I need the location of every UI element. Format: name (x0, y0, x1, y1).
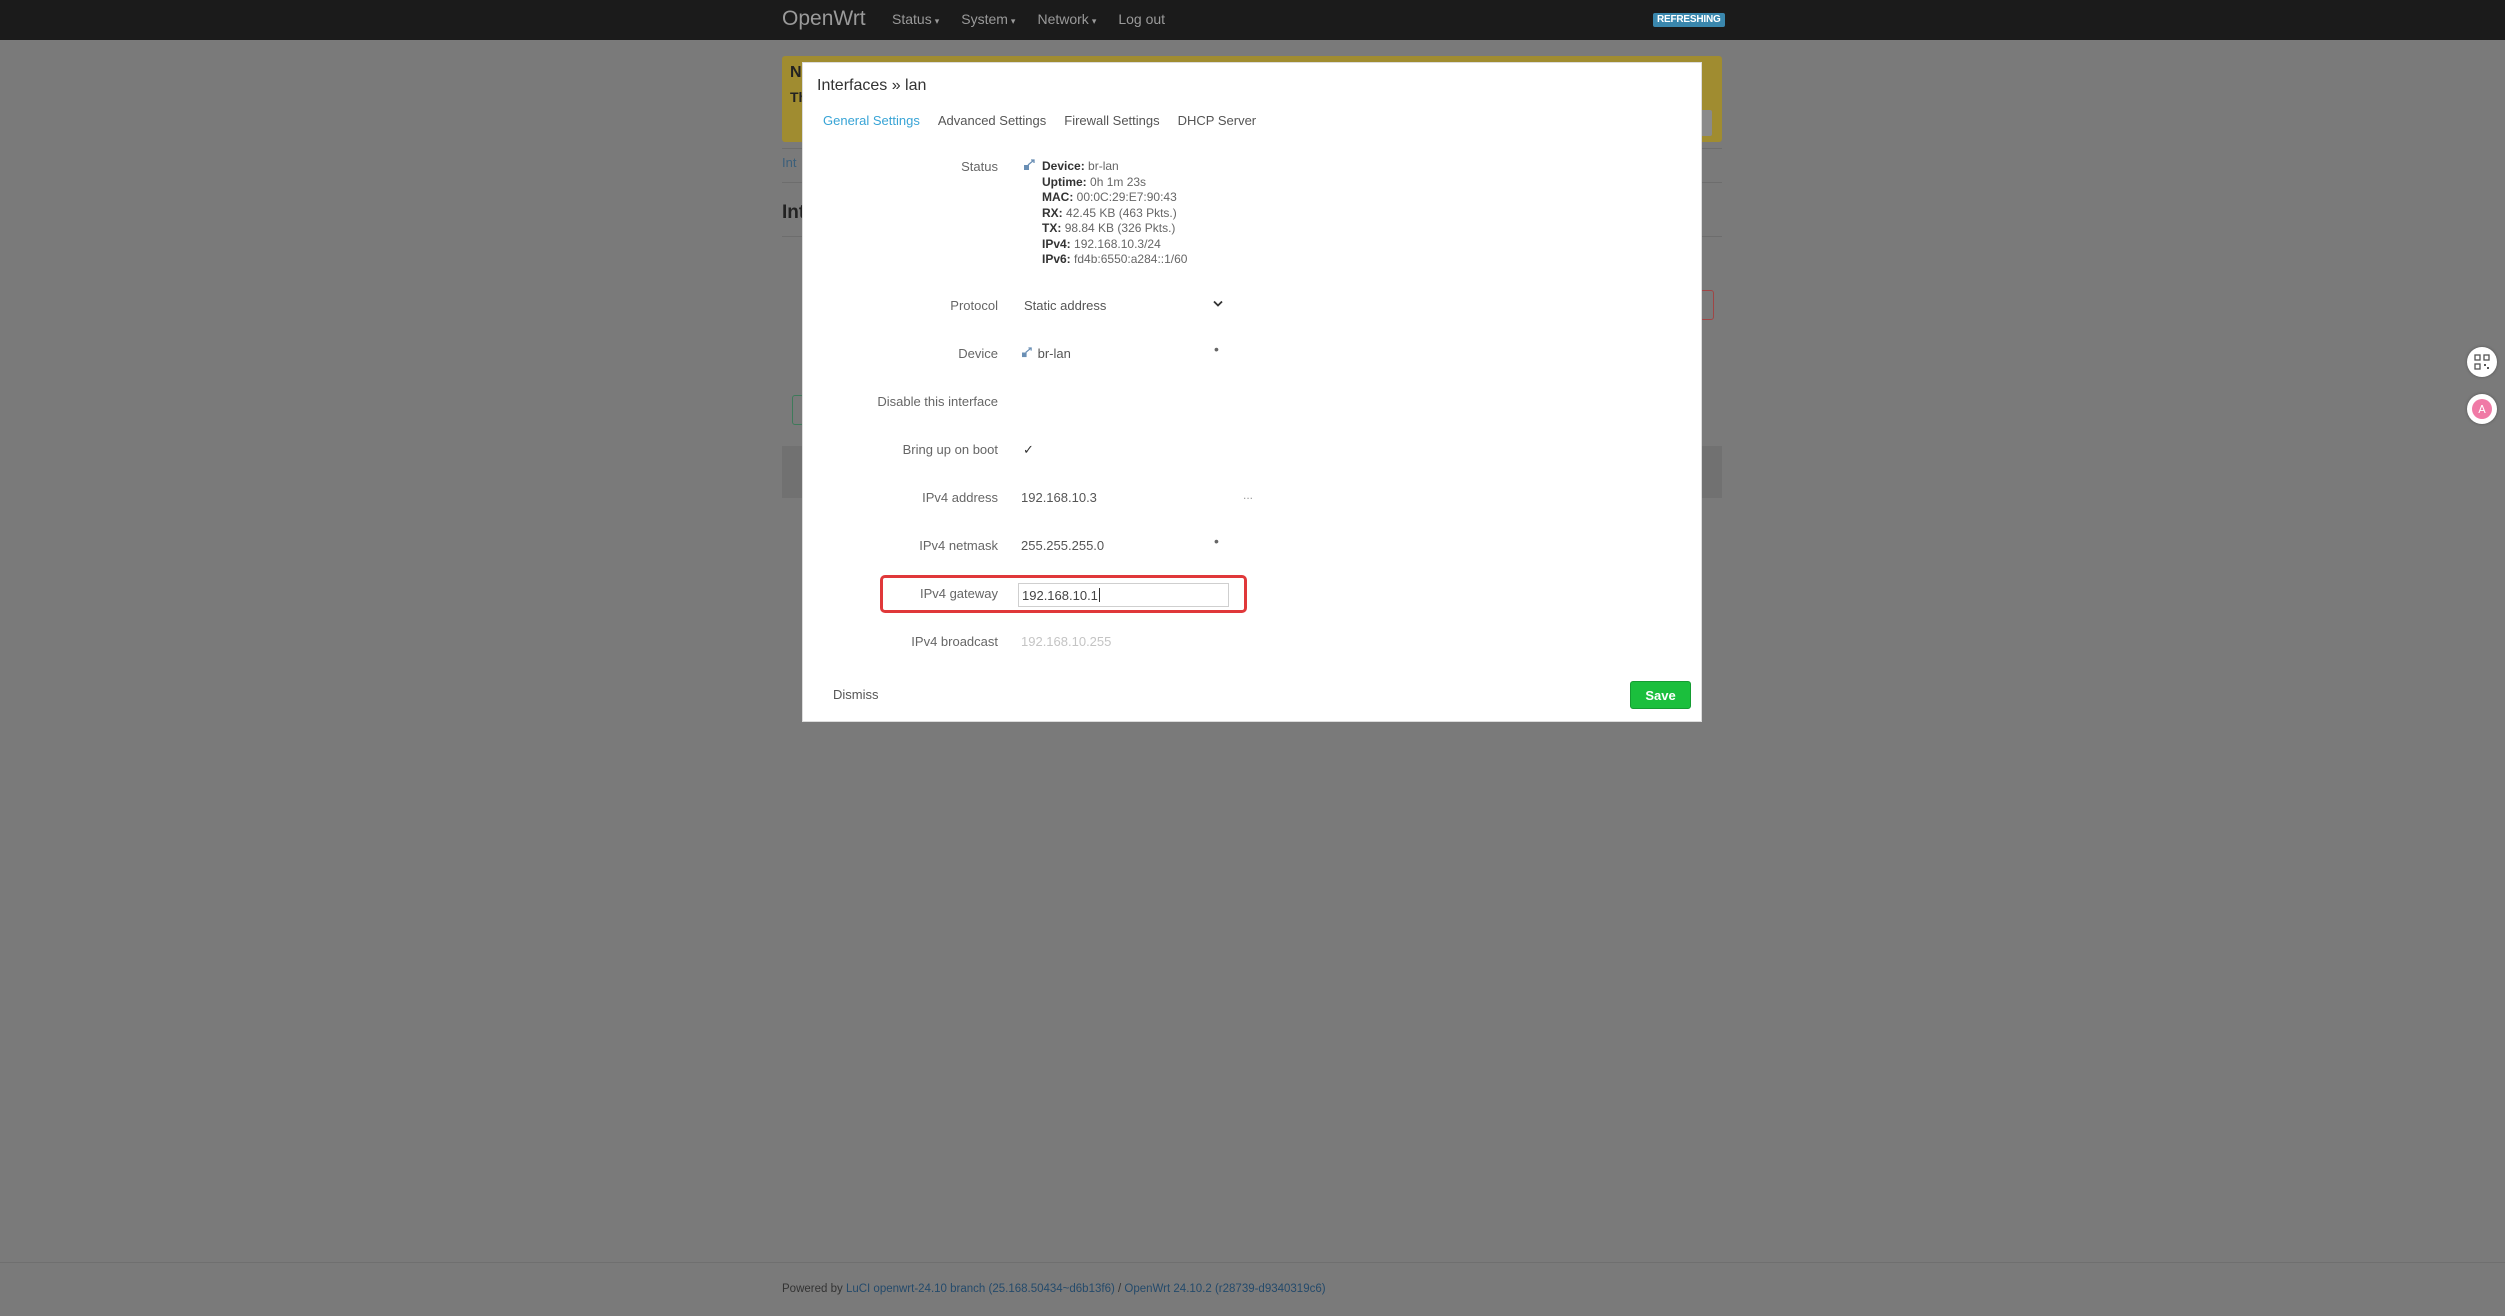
status-value-device: br-lan (1088, 159, 1119, 173)
more-icon[interactable]: ... (1243, 488, 1253, 502)
background-warning-title: N (790, 64, 802, 81)
footer-separator: / (1118, 1283, 1122, 1295)
nav-network-label: Network (1037, 11, 1089, 27)
status-key-rx: RX: (1042, 205, 1063, 220)
chevron-down-icon[interactable] (1213, 295, 1223, 312)
status-line-ipv4: IPv4: 192.168.10.3/24 (1042, 237, 1187, 253)
save-button[interactable]: Save (1630, 681, 1691, 709)
ipv4-netmask-label: IPv4 netmask (919, 538, 998, 553)
status-line-tx: TX: 98.84 KB (326 Pkts.) (1042, 221, 1187, 237)
nav-network[interactable]: Network ▾ (1037, 11, 1096, 27)
svg-text:A: A (2478, 403, 2486, 416)
status-line-ipv6: IPv6: fd4b:6550:a284::1/60 (1042, 252, 1187, 268)
network-device-icon (1023, 159, 1037, 176)
network-device-icon (1021, 346, 1034, 361)
status-value-mac: 00:0C:29:E7:90:43 (1076, 190, 1177, 204)
ipv4-netmask-select[interactable]: 255.255.255.0 (1021, 538, 1104, 553)
dropdown-dot-icon[interactable]: • (1214, 341, 1219, 357)
status-value-ipv6: fd4b:6550:a284::1/60 (1074, 252, 1188, 266)
tab-advanced-settings[interactable]: Advanced Settings (938, 113, 1046, 128)
ipv4-gateway-input[interactable]: 192.168.10.1 (1018, 583, 1229, 607)
ipv4-broadcast-input[interactable]: 192.168.10.255 (1021, 634, 1111, 649)
bring-up-label: Bring up on boot (902, 442, 998, 457)
status-key-ipv4: IPv4: (1042, 236, 1071, 251)
status-line-rx: RX: 42.45 KB (463 Pkts.) (1042, 206, 1187, 222)
ipv4-gateway-label: IPv4 gateway (919, 586, 998, 601)
status-value-uptime: 0h 1m 23s (1090, 174, 1147, 189)
nav-logout[interactable]: Log out (1118, 11, 1165, 27)
status-line-device: Device: br-lan (1042, 159, 1187, 175)
footer-divider (0, 1262, 2505, 1263)
status-key-device: Device: (1042, 159, 1085, 173)
modal-title: Interfaces » lan (817, 77, 927, 94)
caret-down-icon: ▾ (1091, 16, 1097, 26)
nav-system[interactable]: System ▾ (961, 11, 1015, 27)
status-line-mac: MAC: 00:0C:29:E7:90:43 (1042, 190, 1187, 206)
nav-system-label: System (961, 11, 1008, 27)
background-delete-button (1700, 290, 1714, 320)
bring-up-checkbox[interactable]: ✓ (1023, 442, 1034, 458)
caret-down-icon: ▾ (934, 16, 940, 26)
translate-icon[interactable]: A (2467, 394, 2497, 424)
nav-status-label: Status (892, 11, 932, 27)
nav-menu: Status ▾ System ▾ Network ▾ Log out (892, 11, 1165, 27)
ipv4-address-label: IPv4 address (922, 490, 998, 505)
device-value: br-lan (1037, 346, 1071, 361)
status-value-rx: 42.45 KB (463 Pkts.) (1066, 205, 1177, 220)
tab-dhcp-server[interactable]: DHCP Server (1178, 113, 1257, 128)
background-tab-fragment: Int (782, 155, 797, 170)
ipv4-broadcast-label: IPv4 broadcast (911, 634, 998, 649)
caret-down-icon: ▾ (1010, 16, 1016, 26)
device-select[interactable]: br-lan (1021, 346, 1071, 361)
protocol-value: Static address (1024, 298, 1107, 313)
status-key-uptime: Uptime: (1042, 174, 1087, 189)
ipv4-address-input[interactable]: 192.168.10.3 (1021, 490, 1097, 505)
status-value-tx: 98.84 KB (326 Pkts.) (1064, 221, 1176, 235)
brand-logo[interactable]: OpenWrt (782, 7, 866, 31)
interface-edit-modal: Interfaces » lan General Settings Advanc… (802, 62, 1702, 722)
status-box: Device: br-lan Uptime: 0h 1m 23s MAC: 00… (1023, 159, 1187, 268)
nav-status[interactable]: Status ▾ (892, 11, 939, 27)
protocol-label: Protocol (950, 298, 998, 313)
status-label: Status (961, 159, 998, 174)
dismiss-button[interactable]: Dismiss (833, 687, 879, 702)
disable-interface-label: Disable this interface (877, 394, 998, 409)
text-cursor (1098, 588, 1100, 602)
top-navbar: OpenWrt Status ▾ System ▾ Network ▾ Log out… (0, 0, 2505, 40)
footer: Powered by LuCI openwrt-24.10 branch (25… (782, 1283, 1326, 1295)
dropdown-dot-icon[interactable]: • (1214, 533, 1219, 549)
ipv4-gateway-value: 192.168.10.1 (1022, 587, 1098, 603)
status-key-mac: MAC: (1042, 190, 1074, 204)
qr-code-icon[interactable] (2467, 347, 2497, 377)
footer-powered-by: Powered by (782, 1283, 843, 1295)
disable-interface-checkbox[interactable] (1021, 394, 1033, 406)
status-key-ipv6: IPv6: (1042, 252, 1071, 266)
protocol-select[interactable]: Static address (1024, 298, 1106, 313)
footer-luci-link[interactable]: LuCI openwrt-24.10 branch (25.168.50434~… (846, 1283, 1115, 1295)
refreshing-badge[interactable]: REFRESHING (1653, 13, 1725, 27)
footer-openwrt-link[interactable]: OpenWrt 24.10.2 (r28739-d9340319c6) (1124, 1283, 1325, 1295)
status-key-tx: TX: (1042, 221, 1062, 235)
tab-general-settings[interactable]: General Settings (823, 113, 920, 128)
device-label: Device (958, 346, 998, 361)
tab-firewall-settings[interactable]: Firewall Settings (1064, 113, 1159, 128)
status-lines: Device: br-lan Uptime: 0h 1m 23s MAC: 00… (1042, 159, 1187, 268)
modal-tabs: General Settings Advanced Settings Firew… (823, 113, 1256, 128)
status-value-ipv4: 192.168.10.3/24 (1074, 236, 1161, 251)
status-line-uptime: Uptime: 0h 1m 23s (1042, 175, 1187, 191)
